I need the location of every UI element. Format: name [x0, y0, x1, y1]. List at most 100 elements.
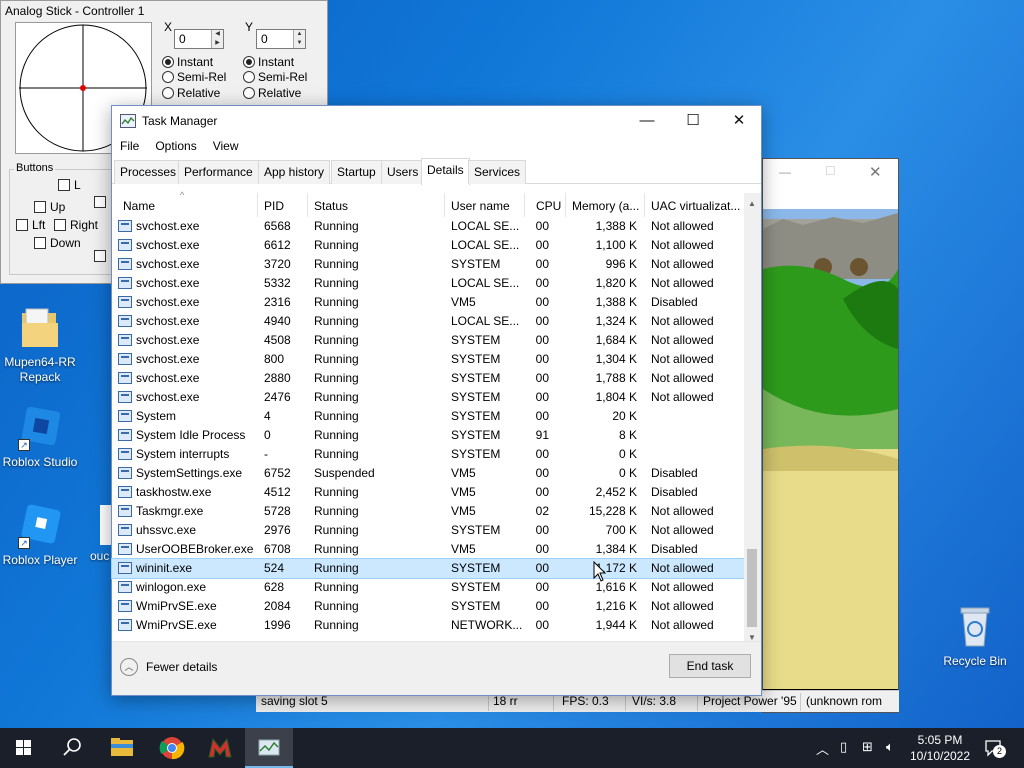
start-button[interactable] — [0, 728, 48, 768]
tab-bar: Processes Performance App history Startu… — [112, 158, 761, 185]
y-mode-instant[interactable]: Instant — [243, 55, 294, 69]
end-task-button[interactable]: End task — [669, 654, 751, 678]
table-row[interactable]: svchost.exe 2316 Running VM5 00 1,388 K Disabl… — [112, 293, 744, 312]
table-row[interactable]: System 4 Running SYSTEM 00 20 K — [112, 407, 744, 426]
task-manager-button[interactable] — [245, 728, 293, 768]
minimize-button[interactable]: — — [624, 106, 670, 136]
table-row[interactable]: taskhostw.exe 4512 Running VM5 00 2,452 K Disa… — [112, 483, 744, 502]
network-icon[interactable]: ⊞ — [862, 739, 873, 755]
minimize-icon[interactable]: — — [779, 165, 791, 179]
table-row[interactable]: svchost.exe 2880 Running SYSTEM 00 1,788 K Not… — [112, 369, 744, 388]
y-mode-semi-rel[interactable]: Semi-Rel — [243, 70, 307, 84]
table-row[interactable]: winlogon.exe 628 Running SYSTEM 00 1,616 K Not… — [112, 578, 744, 597]
table-row[interactable]: wininit.exe 524 Running SYSTEM 00 1,172 K Not … — [111, 558, 745, 579]
button-partial-checkbox[interactable] — [94, 196, 106, 208]
table-row[interactable]: uhssvc.exe 2976 Running SYSTEM 00 700 K Not al… — [112, 521, 744, 540]
col-user-name[interactable]: User name — [451, 199, 510, 213]
table-row[interactable]: SystemSettings.exe 6752 Suspended VM5 00 0 K D… — [112, 464, 744, 483]
desktop-icon-roblox-studio[interactable]: ↗ Roblox Studio — [0, 405, 80, 470]
desktop-icon-recycle-bin[interactable]: Recycle Bin — [935, 604, 1015, 669]
scroll-up-icon[interactable]: ▲ — [748, 199, 756, 208]
clock[interactable]: 5:05 PM 10/10/2022 — [904, 732, 976, 764]
desktop-icon-partial[interactable]: ouc — [86, 505, 114, 564]
tab-details[interactable]: Details — [421, 158, 470, 185]
menu-bar: File Options View — [112, 136, 247, 158]
chrome-button[interactable] — [148, 728, 196, 768]
show-hidden-icons-chevron-icon[interactable]: ︿ — [816, 739, 829, 758]
col-pid[interactable]: PID — [264, 199, 284, 213]
table-row[interactable]: svchost.exe 800 Running SYSTEM 00 1,304 K Not … — [112, 350, 744, 369]
spin-arrows-icon[interactable]: ◀ ▶ — [211, 30, 223, 48]
mupen64-button[interactable] — [196, 728, 244, 768]
x-mode-relative[interactable]: Relative — [162, 86, 220, 100]
table-row[interactable]: Taskmgr.exe 5728 Running VM5 02 15,228 K Not a… — [112, 502, 744, 521]
volume-icon[interactable]: 🔈︎ — [886, 739, 894, 755]
x-value-spinner[interactable]: 0 ◀ ▶ — [174, 29, 224, 49]
cell-cpu: 00 — [535, 580, 549, 594]
menu-view[interactable]: View — [205, 136, 247, 158]
search-button[interactable] — [48, 728, 96, 768]
process-icon — [118, 315, 132, 327]
cell-pid: 3720 — [264, 257, 291, 271]
scrollbar-thumb[interactable] — [747, 549, 757, 627]
col-cpu[interactable]: CPU — [536, 199, 561, 213]
process-list: svchost.exe 6568 Running LOCAL SE... 00 1,388… — [111, 217, 745, 635]
y-value-spinner[interactable]: 0 ▲ ▼ — [256, 29, 306, 49]
table-row[interactable]: svchost.exe 6568 Running LOCAL SE... 00 1,388… — [112, 217, 744, 236]
close-button[interactable]: ✕ — [716, 106, 762, 136]
tab-users[interactable]: Users — [381, 160, 425, 184]
cell-memory: 0 K — [618, 447, 637, 461]
table-row[interactable]: WmiPrvSE.exe 2084 Running SYSTEM 00 1,216 K No… — [112, 597, 744, 616]
maximize-icon[interactable]: ☐ — [825, 164, 836, 178]
tab-processes[interactable]: Processes — [114, 160, 183, 184]
tablet-icon[interactable]: ▯ — [840, 739, 847, 755]
desktop-icon-roblox-player[interactable]: ↗ Roblox Player — [0, 503, 80, 568]
table-row[interactable]: svchost.exe 5332 Running LOCAL SE... 00 1,820… — [112, 274, 744, 293]
vertical-scrollbar[interactable]: ▲ ▼ — [744, 193, 761, 644]
cell-memory: 1,788 K — [595, 371, 637, 385]
button-partial-checkbox[interactable] — [94, 250, 106, 262]
table-row[interactable]: svchost.exe 6612 Running LOCAL SE... 00 1,100… — [112, 236, 744, 255]
button-down-checkbox[interactable]: Down — [34, 236, 81, 250]
x-mode-instant[interactable]: Instant — [162, 55, 213, 69]
table-row[interactable]: UserOOBEBroker.exe 6708 Running VM5 00 1,384 … — [112, 540, 744, 559]
col-status[interactable]: Status — [314, 199, 348, 213]
col-uac[interactable]: UAC virtualizat... — [651, 199, 740, 213]
title-bar[interactable]: Task Manager — ☐ ✕ — [112, 106, 761, 136]
x-mode-semi-rel[interactable]: Semi-Rel — [162, 70, 226, 84]
desktop-icon-mupen64[interactable]: Mupen64-RR Repack — [0, 305, 80, 385]
table-row[interactable]: System Idle Process 0 Running SYSTEM 91 8 K — [112, 426, 744, 445]
cell-cpu: 00 — [535, 542, 549, 556]
maximize-button[interactable]: ☐ — [670, 106, 716, 136]
table-row[interactable]: svchost.exe 4508 Running SYSTEM 00 1,684 K Not… — [112, 331, 744, 350]
game-viewport[interactable] — [763, 209, 898, 689]
table-row[interactable]: WmiPrvSE.exe 1996 Running NETWORK... 00 1,944… — [112, 616, 744, 635]
button-up-checkbox[interactable]: Up — [34, 200, 65, 214]
col-memory[interactable]: Memory (a... — [572, 199, 639, 213]
game-window[interactable]: — ☐ ✕ — [762, 158, 899, 713]
button-l-checkbox[interactable]: L — [58, 178, 81, 192]
col-name[interactable]: Name — [123, 199, 155, 213]
y-mode-relative[interactable]: Relative — [243, 86, 301, 100]
button-left-checkbox[interactable]: Lft — [16, 218, 45, 232]
menu-file[interactable]: File — [112, 136, 147, 158]
table-row[interactable]: svchost.exe 4940 Running LOCAL SE... 00 1,324… — [112, 312, 744, 331]
close-icon[interactable]: ✕ — [869, 163, 882, 181]
button-right-checkbox[interactable]: Right — [54, 218, 98, 232]
table-row[interactable]: svchost.exe 2476 Running SYSTEM 00 1,804 K Not… — [112, 388, 744, 407]
chevron-up-icon: ︿ — [120, 658, 138, 676]
fewer-details-button[interactable]: ︿ Fewer details — [120, 658, 217, 676]
cell-name: uhssvc.exe — [136, 523, 197, 537]
spin-arrows-icon[interactable]: ▲ ▼ — [293, 30, 305, 48]
tab-app-history[interactable]: App history — [258, 160, 331, 184]
table-row[interactable]: svchost.exe 3720 Running SYSTEM 00 996 K Not a… — [112, 255, 744, 274]
cell-memory: 700 K — [605, 523, 637, 537]
tab-startup[interactable]: Startup — [331, 160, 382, 184]
file-explorer-button[interactable] — [98, 728, 146, 768]
notification-center-button[interactable]: 2 — [984, 738, 1006, 758]
menu-options[interactable]: Options — [147, 136, 204, 158]
tab-services[interactable]: Services — [468, 160, 527, 184]
table-row[interactable]: System interrupts - Running SYSTEM 00 0 K — [112, 445, 744, 464]
cell-name: svchost.exe — [136, 276, 200, 290]
tab-performance[interactable]: Performance — [178, 160, 259, 184]
